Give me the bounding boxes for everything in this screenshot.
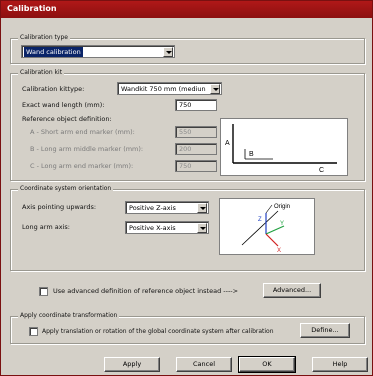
reference-object-label: Reference object definition: [22, 115, 112, 123]
long-arm-end-input[interactable]: 750 [175, 160, 217, 172]
apply-transform-label: Apply translation or rotation of the glo… [42, 328, 274, 335]
orientation-legend: Coordinate system orientation [18, 184, 114, 194]
chevron-down-icon[interactable] [197, 223, 207, 233]
short-arm-value: 550 [179, 128, 192, 136]
long-arm-middle-value: 200 [179, 145, 192, 153]
wand-length-input[interactable]: 750 [175, 99, 217, 111]
diagram-label-origin: Origin [274, 204, 290, 210]
apply-button[interactable]: Apply [104, 357, 160, 372]
help-button[interactable]: Help [312, 357, 368, 372]
calibration-type-value: Wand calibration [24, 47, 83, 57]
apply-transform-checkbox[interactable] [29, 327, 38, 336]
calibration-type-legend: Calibration type [18, 33, 70, 43]
chevron-down-icon[interactable] [163, 47, 173, 57]
diagram-label-x: X [277, 248, 281, 254]
diagram-label-c: C [319, 167, 324, 174]
long-arm-end-value: 750 [179, 162, 192, 170]
diagram-label-a: A [225, 140, 230, 147]
title-bar: Calibration [1, 1, 372, 18]
axis-orientation-diagram: Origin Z Y X [219, 198, 315, 255]
axis-up-label: Axis pointing upwards: [22, 203, 97, 211]
calibration-dialog: Calibration Calibration type Wand calibr… [0, 0, 373, 376]
long-arm-axis-value: Positive X-axis [129, 224, 176, 232]
advanced-definition-checkbox[interactable] [39, 287, 48, 296]
wand-length-label: Exact wand length (mm): [22, 101, 105, 109]
calibration-kit-legend: Calibration kit [18, 68, 65, 78]
cancel-button[interactable]: Cancel [176, 357, 232, 372]
advanced-definition-label: Use advanced definition of reference obj… [53, 287, 239, 295]
kittype-label: Calibration kittype: [22, 85, 85, 93]
define-button[interactable]: Define... [300, 323, 350, 338]
advanced-button[interactable]: Advanced... [263, 283, 321, 298]
axis-up-select[interactable]: Positive Z-axis [125, 201, 209, 214]
diagram-label-z: Z [258, 217, 262, 223]
calibration-type-select[interactable]: Wand calibration [21, 45, 175, 58]
long-arm-middle-label: B - Long arm middle marker (mm): [30, 145, 144, 153]
calibration-kit-group: Calibration kit Calibration kittype: Wan… [10, 68, 365, 181]
ok-button[interactable]: OK [238, 356, 296, 373]
transform-group: Apply coordinate transformation Apply tr… [10, 311, 365, 344]
reference-object-diagram: A B C [220, 118, 348, 176]
diagram-label-b: B [249, 151, 254, 158]
long-arm-middle-input[interactable]: 200 [175, 143, 217, 155]
long-arm-axis-select[interactable]: Positive X-axis [125, 221, 209, 234]
kittype-select[interactable]: Wandkit 750 mm (mediun [117, 82, 222, 95]
short-arm-input[interactable]: 550 [175, 126, 217, 138]
calibration-type-group: Calibration type Wand calibration [10, 33, 365, 64]
diagram-label-y: Y [280, 221, 284, 227]
axis-up-value: Positive Z-axis [129, 204, 176, 212]
l-frame-svg: A B C [225, 124, 337, 174]
short-arm-label: A - Short arm end marker (mm): [30, 128, 135, 136]
long-arm-axis-label: Long arm axis: [22, 223, 70, 231]
kittype-value: Wandkit 750 mm (mediun [121, 85, 206, 93]
window-title: Calibration [7, 4, 57, 13]
chevron-down-icon[interactable] [210, 84, 220, 94]
long-arm-end-label: C - Long arm end marker (mm): [30, 162, 134, 170]
axes-svg: Origin Z Y X [241, 204, 290, 254]
chevron-down-icon[interactable] [197, 203, 207, 213]
wand-length-value: 750 [179, 101, 192, 109]
transform-legend: Apply coordinate transformation [18, 311, 120, 321]
orientation-group: Coordinate system orientation Axis point… [10, 184, 365, 271]
